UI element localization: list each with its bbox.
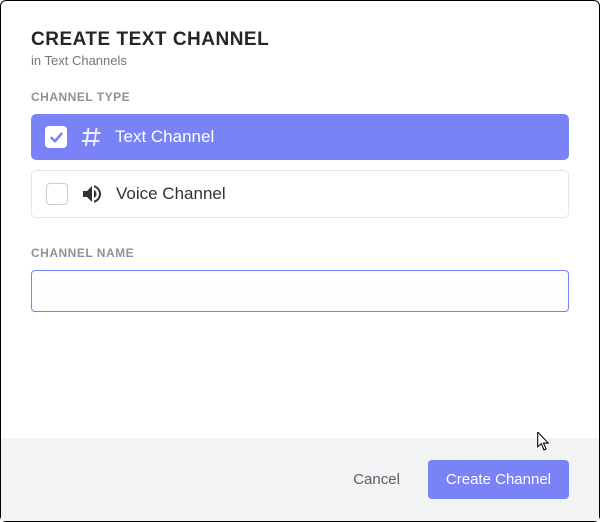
channel-type-option-voice[interactable]: Voice Channel xyxy=(31,170,569,218)
channel-type-list: Text Channel Voice Channel xyxy=(31,114,569,218)
channel-name-input[interactable] xyxy=(31,270,569,312)
checkbox-unchecked-icon xyxy=(46,183,68,205)
cancel-button[interactable]: Cancel xyxy=(349,463,404,496)
channel-type-voice-label: Voice Channel xyxy=(116,184,226,204)
channel-type-option-text[interactable]: Text Channel xyxy=(31,114,569,160)
modal-subtitle: in Text Channels xyxy=(31,53,569,68)
checkbox-checked-icon xyxy=(45,126,67,148)
modal-footer: Cancel Create Channel xyxy=(1,438,599,521)
modal-body: CREATE TEXT CHANNEL in Text Channels CHA… xyxy=(1,1,599,438)
speaker-icon xyxy=(80,182,104,206)
create-channel-button[interactable]: Create Channel xyxy=(428,460,569,499)
channel-type-text-label: Text Channel xyxy=(115,127,214,147)
modal-title: CREATE TEXT CHANNEL xyxy=(31,29,569,51)
channel-name-section-label: CHANNEL NAME xyxy=(31,246,569,260)
hash-icon xyxy=(79,125,103,149)
channel-type-section-label: CHANNEL TYPE xyxy=(31,90,569,104)
create-channel-modal: CREATE TEXT CHANNEL in Text Channels CHA… xyxy=(1,1,599,521)
